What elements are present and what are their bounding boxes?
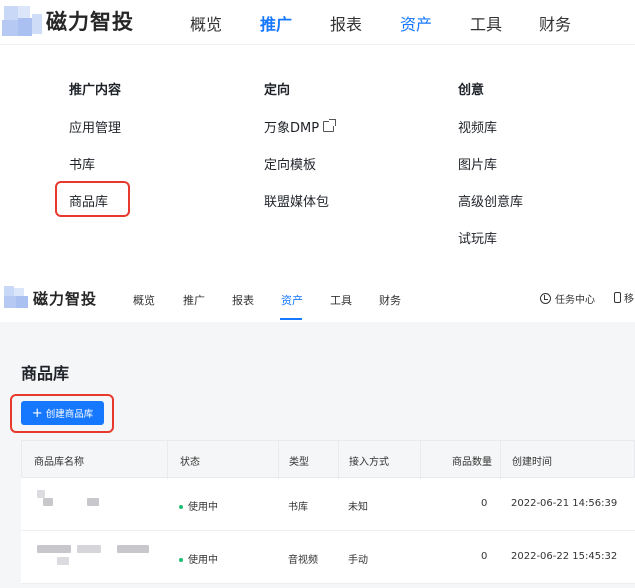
menu-item-app-management[interactable]: 应用管理	[69, 117, 121, 136]
logo-icon	[2, 284, 32, 310]
menu-item-dmp[interactable]: 万象DMP	[264, 117, 337, 136]
menu-item-label: 万象DMP	[264, 121, 320, 136]
cell-count: 0	[481, 551, 488, 562]
subnav-finance[interactable]: 财务	[379, 292, 401, 308]
menu-item-label: 高级创意库	[458, 195, 524, 210]
redacted-name	[77, 545, 101, 553]
menu-item-targeting-template[interactable]: 定向模板	[264, 154, 316, 173]
table-row[interactable]: 使用中 音视频 手动 0 2022-06-22 15:45:32	[21, 531, 635, 584]
menu-item-advanced-creative-library[interactable]: 高级创意库	[458, 191, 523, 210]
product-library-page: 商品库 + 创建商品库 商品库名称 状态 类型 接入方式 商品数量 创建时间 使…	[0, 322, 635, 588]
redacted-name	[57, 557, 69, 565]
column-header-name: 商品库名称	[34, 457, 84, 468]
subnav-overview[interactable]: 概览	[133, 292, 155, 308]
status-label: 使用中	[188, 502, 218, 513]
menu-item-label: 图片库	[458, 158, 498, 173]
status-dot-icon	[179, 558, 183, 562]
menu-item-video-library[interactable]: 视频库	[458, 117, 497, 136]
mobile-label: 移	[624, 294, 634, 305]
redacted-name	[37, 490, 45, 498]
menu-item-image-library[interactable]: 图片库	[458, 154, 497, 173]
product-library-table: 商品库名称 状态 类型 接入方式 商品数量 创建时间 使用中 书库 未知 0 2…	[21, 440, 635, 584]
subnav-promotion[interactable]: 推广	[183, 292, 205, 308]
cell-type: 音视频	[288, 555, 318, 566]
cell-created: 2022-06-21 14:56:39	[511, 498, 618, 509]
menu-item-union-media-pack[interactable]: 联盟媒体包	[264, 191, 329, 210]
menu-item-label: 联盟媒体包	[264, 195, 330, 210]
task-center-label: 任务中心	[555, 295, 595, 306]
menu-item-label: 视频库	[458, 121, 498, 136]
cell-created: 2022-06-22 15:45:32	[511, 551, 618, 562]
nav-finance[interactable]: 财务	[539, 11, 571, 35]
top-navigation: 磁力智投 概览 推广 报表 资产 工具 财务	[0, 0, 635, 44]
menu-item-book-library[interactable]: 书库	[69, 154, 95, 173]
menu-item-label: 定向模板	[264, 158, 317, 173]
status-badge: 使用中	[179, 551, 218, 566]
column-header-created: 创建时间	[512, 457, 552, 468]
menu-item-label: 应用管理	[69, 121, 122, 136]
cell-type: 书库	[288, 502, 308, 513]
brand-name: 磁力智投	[46, 10, 134, 34]
highlight-box	[55, 181, 130, 217]
logo-icon	[0, 4, 44, 38]
mobile-phone-icon	[614, 292, 621, 303]
subnav-tools[interactable]: 工具	[330, 292, 352, 308]
column-header-status: 状态	[180, 457, 200, 468]
subnav-reports[interactable]: 报表	[232, 292, 254, 308]
column-header-access: 接入方式	[349, 457, 389, 468]
cell-count: 0	[481, 498, 488, 509]
mobile-button[interactable]: 移	[614, 290, 634, 305]
redacted-name	[117, 545, 149, 553]
menu-item-label: 试玩库	[458, 232, 498, 247]
status-label: 使用中	[188, 555, 218, 566]
redacted-name	[37, 545, 71, 553]
nav-overview[interactable]: 概览	[190, 11, 222, 35]
column-header-count: 商品数量	[452, 457, 492, 468]
active-tab-indicator	[280, 318, 302, 320]
cell-access: 未知	[348, 502, 368, 513]
menu-item-label: 书库	[69, 158, 96, 173]
nav-assets[interactable]: 资产	[400, 11, 432, 35]
secondary-navigation: 磁力智投 概览 推广 报表 资产 工具 财务 任务中心 移	[0, 276, 635, 322]
redacted-name	[43, 498, 53, 506]
task-clock-icon	[540, 293, 551, 304]
subnav-assets[interactable]: 资产	[281, 292, 303, 308]
redacted-name	[87, 498, 99, 506]
nav-tools[interactable]: 工具	[470, 11, 502, 35]
task-center-button[interactable]: 任务中心	[540, 291, 595, 306]
nav-promotion[interactable]: 推广	[260, 11, 292, 35]
cell-access: 手动	[348, 555, 368, 566]
brand-name: 磁力智投	[33, 290, 98, 308]
table-row[interactable]: 使用中 书库 未知 0 2022-06-21 14:56:39	[21, 478, 635, 531]
promotion-dropdown-menu: 推广内容 应用管理 书库 商品库 定向 万象DMP 定向模板 联盟媒体包 创意 …	[0, 44, 635, 266]
table-header: 商品库名称 状态 类型 接入方式 商品数量 创建时间	[21, 440, 635, 479]
dropdown-heading-targeting: 定向	[264, 83, 291, 98]
column-header-type: 类型	[289, 457, 309, 468]
dropdown-heading-promo-content: 推广内容	[69, 83, 122, 98]
menu-item-playable-library[interactable]: 试玩库	[458, 228, 497, 247]
status-badge: 使用中	[179, 498, 218, 513]
status-dot-icon	[179, 505, 183, 509]
nav-reports[interactable]: 报表	[330, 11, 362, 35]
page-title: 商品库	[21, 364, 70, 383]
highlight-box	[10, 394, 114, 433]
dropdown-heading-creative: 创意	[458, 83, 485, 98]
external-link-icon	[323, 119, 337, 132]
